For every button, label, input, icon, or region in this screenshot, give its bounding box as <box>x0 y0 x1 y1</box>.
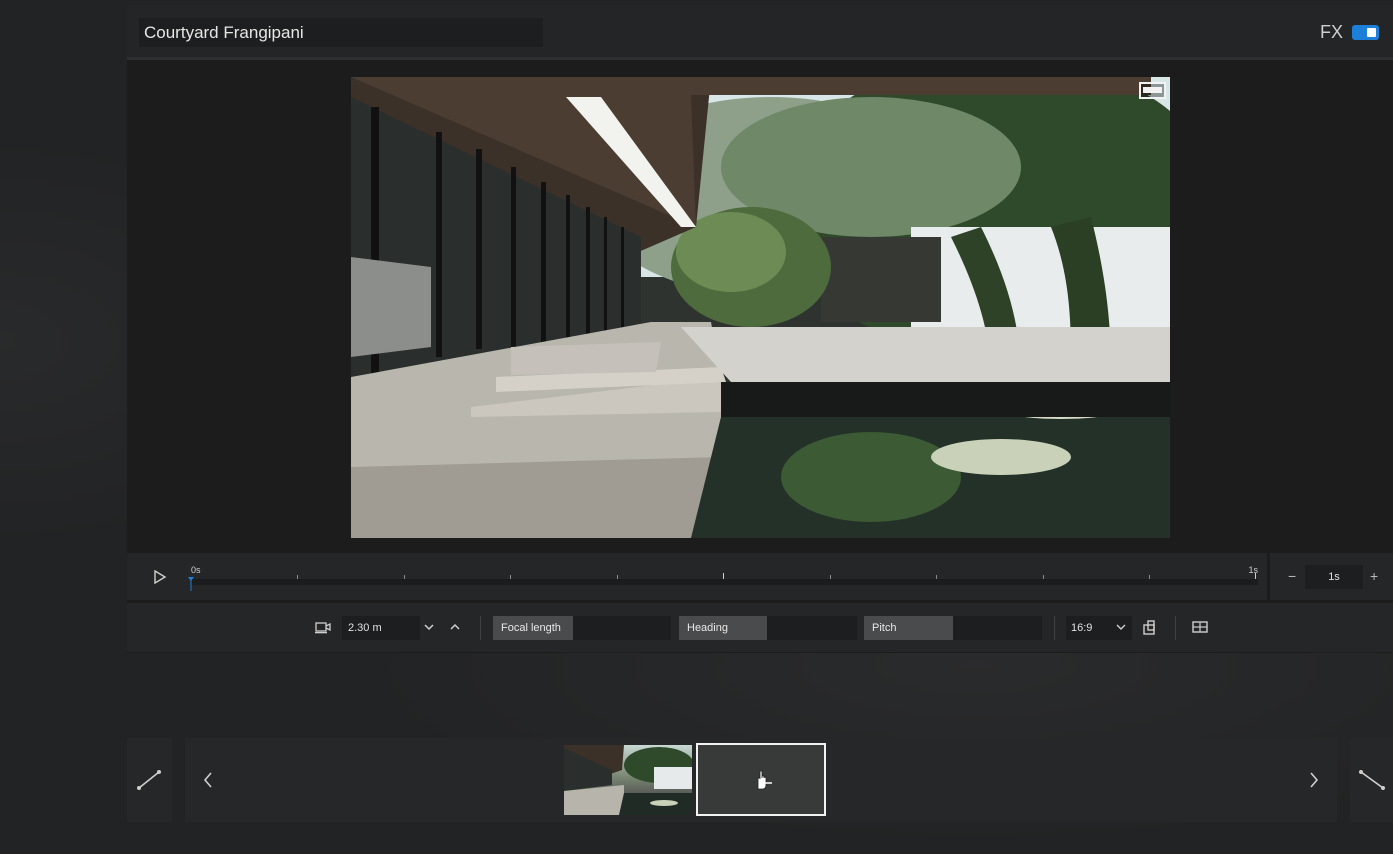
playhead[interactable] <box>188 571 194 591</box>
keyframe-thumbnail-image <box>564 745 692 815</box>
heading-label: Heading <box>679 616 767 640</box>
timeline-tick <box>1149 575 1150 579</box>
render-viewport[interactable] <box>351 77 1170 538</box>
pitch-label: Pitch <box>864 616 953 640</box>
pitch-input[interactable] <box>953 616 1042 640</box>
duration-increment-button[interactable]: + <box>1370 568 1378 584</box>
camera-controls: 2.30 m Focal length Heading Pitch 16:9 <box>127 603 1393 652</box>
safe-frame-icon[interactable] <box>1191 618 1209 636</box>
timeline-tick <box>723 573 724 579</box>
camera-distance-input[interactable]: 2.30 m <box>342 616 420 640</box>
duration-control: − 1s + <box>1270 553 1393 600</box>
chevron-down-icon[interactable] <box>422 620 436 634</box>
divider <box>1054 616 1055 640</box>
fx-label: FX <box>1319 22 1343 42</box>
timeline-tick <box>617 575 618 579</box>
scene-title-field[interactable]: Courtyard Frangipani <box>139 18 543 47</box>
add-keyframe-button[interactable] <box>696 743 826 816</box>
chevron-right-icon[interactable] <box>1307 771 1321 789</box>
path-start-icon <box>137 770 161 790</box>
chevron-up-icon[interactable] <box>448 620 462 634</box>
video-camera-icon <box>315 622 331 634</box>
keyframe-strip <box>185 738 1337 822</box>
heading-input[interactable] <box>767 616 857 640</box>
timeline-tick <box>510 575 511 579</box>
courtyard-render-image <box>351 77 1170 538</box>
timeline-tick <box>297 575 298 579</box>
focal-length-input[interactable] <box>573 616 671 640</box>
path-start-button[interactable] <box>127 738 172 822</box>
timeline: 0s 1s <box>127 553 1267 600</box>
timeline-end-label: 1s <box>1248 565 1258 575</box>
timeline-tick <box>404 575 405 579</box>
fullscreen-icon[interactable] <box>1139 82 1166 99</box>
rotate-frame-icon[interactable] <box>1141 618 1159 636</box>
timeline-tick <box>1255 573 1256 579</box>
duration-input[interactable]: 1s <box>1305 565 1363 589</box>
divider <box>1175 616 1176 640</box>
timeline-tick <box>936 575 937 579</box>
path-end-icon <box>1359 770 1385 790</box>
timeline-tick <box>1043 575 1044 579</box>
duration-decrement-button[interactable]: − <box>1288 568 1296 584</box>
divider <box>480 616 481 640</box>
timeline-track[interactable]: 0s 1s <box>188 565 1258 591</box>
chevron-left-icon[interactable] <box>201 771 215 789</box>
scene-header: Courtyard Frangipani FX <box>127 5 1393 60</box>
aspect-ratio-select[interactable]: 16:9 <box>1066 616 1132 640</box>
play-icon[interactable] <box>153 570 167 584</box>
chevron-down-icon <box>1116 624 1126 630</box>
hand-pointer-icon <box>757 770 772 790</box>
timeline-tick <box>830 575 831 579</box>
keyframe-thumbnail[interactable] <box>564 745 692 815</box>
focal-length-label: Focal length <box>493 616 573 640</box>
path-end-button[interactable] <box>1350 738 1393 822</box>
fx-toggle[interactable] <box>1352 25 1379 40</box>
aspect-ratio-value: 16:9 <box>1071 622 1093 634</box>
